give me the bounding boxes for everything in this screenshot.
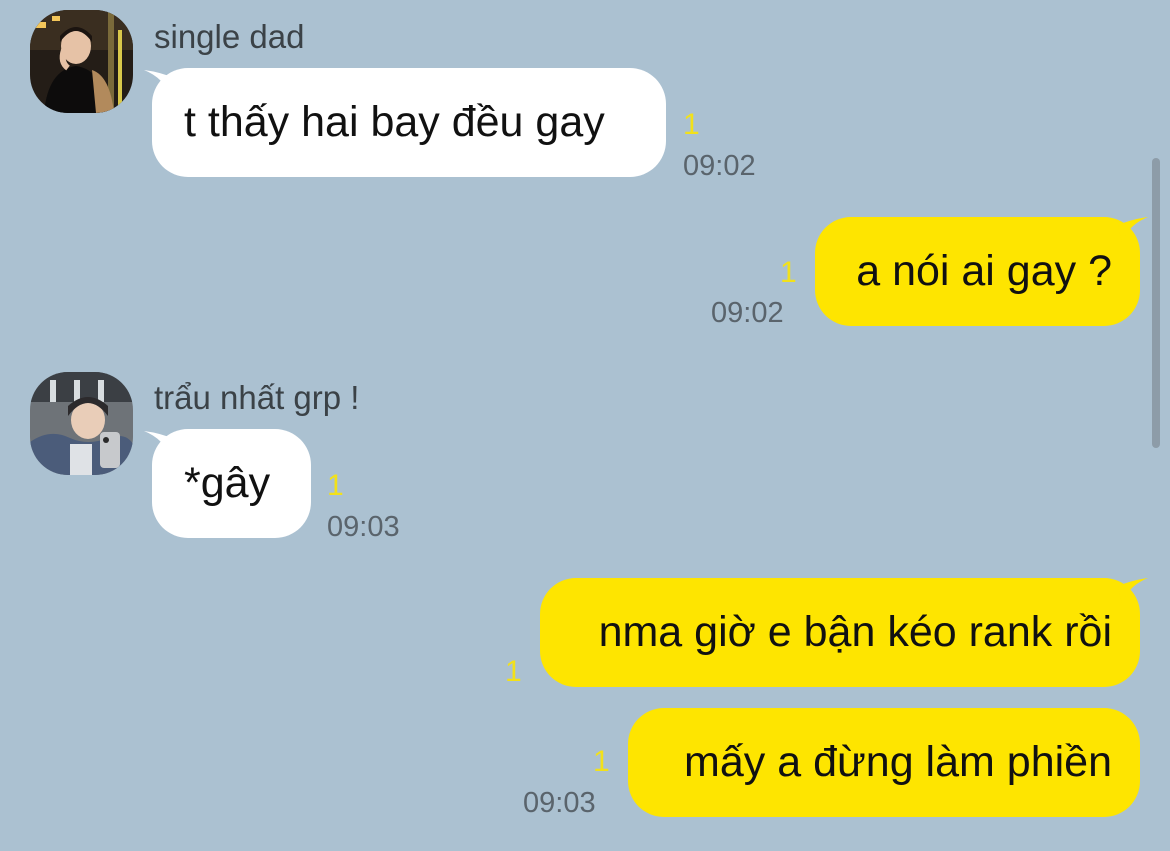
scrollbar[interactable] — [1152, 158, 1160, 448]
sender-name: single dad — [154, 18, 305, 55]
message-bubble[interactable]: *gây — [152, 429, 311, 538]
message-text: a nói ai gay ? — [856, 247, 1112, 295]
unread-count: 1 — [593, 745, 610, 778]
bubble-tail — [1118, 217, 1148, 243]
unread-count: 1 — [780, 256, 797, 289]
message-text: *gây — [184, 459, 271, 507]
sender-name: trẩu nhất grp ! — [154, 379, 360, 416]
avatar[interactable] — [30, 10, 133, 113]
message-bubble[interactable]: a nói ai gay ? — [815, 217, 1140, 326]
message-bubble[interactable]: nma giờ e bận kéo rank rồi — [540, 578, 1140, 687]
message-time: 09:03 — [327, 511, 400, 543]
unread-count: 1 — [327, 469, 344, 502]
chat-room: single dad t thấy hai bay đều gay 1 09:0… — [0, 0, 1170, 851]
message-bubble[interactable]: mấy a đừng làm phiền — [628, 708, 1140, 817]
profile-photo-icon — [30, 10, 133, 113]
message-time: 09:02 — [683, 150, 756, 182]
unread-count: 1 — [505, 655, 522, 688]
avatar[interactable] — [30, 372, 133, 475]
message-text: nma giờ e bận kéo rank rồi — [598, 608, 1112, 656]
message-bubble[interactable]: t thấy hai bay đều gay — [152, 68, 666, 177]
message-text: mấy a đừng làm phiền — [684, 738, 1112, 786]
profile-photo-icon — [30, 372, 133, 475]
unread-count: 1 — [683, 108, 700, 141]
bubble-tail — [1118, 578, 1148, 604]
message-text: t thấy hai bay đều gay — [184, 98, 605, 146]
message-time: 09:02 — [711, 297, 784, 329]
message-time: 09:03 — [523, 787, 596, 819]
